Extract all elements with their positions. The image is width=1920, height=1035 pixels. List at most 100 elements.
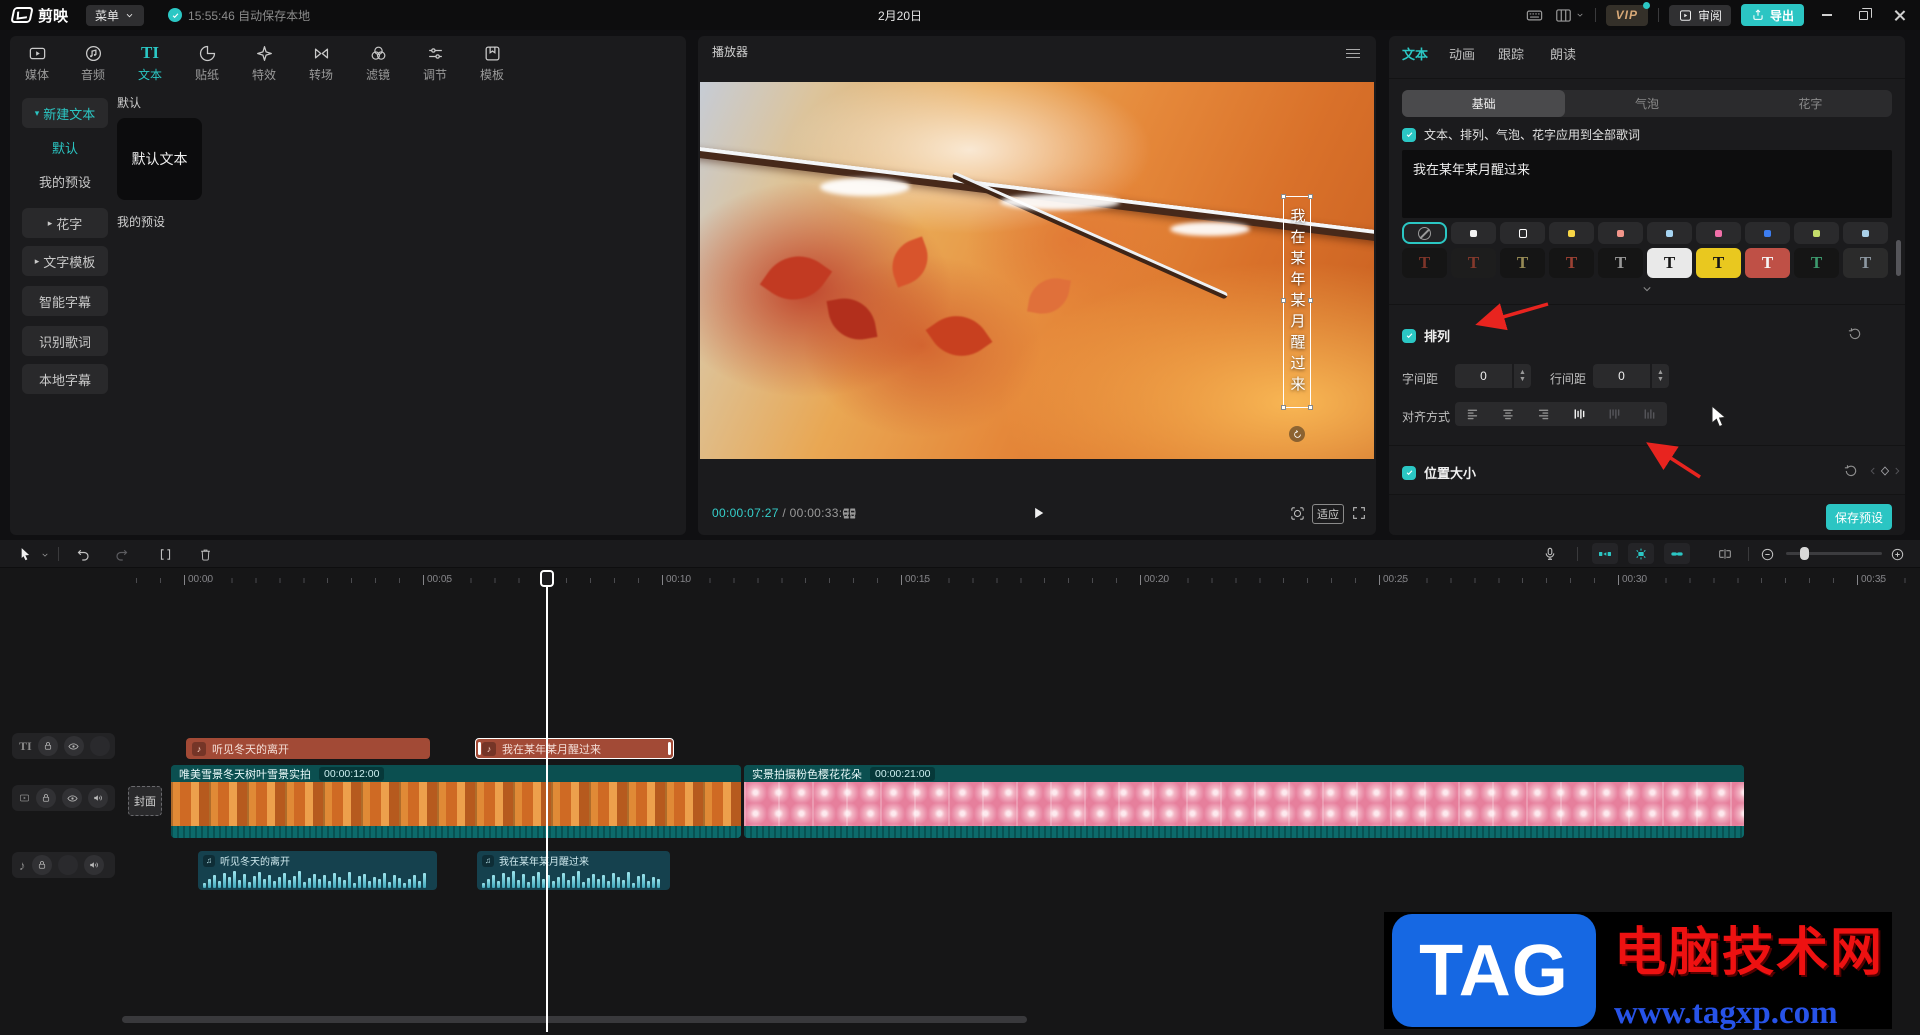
tab-animation[interactable]: 动画 bbox=[1449, 44, 1475, 63]
review-button[interactable]: 审阅 bbox=[1669, 5, 1731, 26]
selection-handle[interactable] bbox=[1308, 298, 1313, 303]
link-toggle[interactable] bbox=[1664, 543, 1690, 564]
text-preset-swatch[interactable]: T bbox=[1598, 248, 1643, 278]
text-style-none[interactable] bbox=[1402, 222, 1447, 244]
mirror-preview-icon[interactable] bbox=[841, 505, 858, 522]
subtab-fancy[interactable]: 花字 bbox=[1729, 90, 1892, 117]
text-preset-swatch[interactable]: T bbox=[1794, 248, 1839, 278]
undo-button[interactable] bbox=[70, 542, 96, 566]
tool-adjust[interactable]: 调节 bbox=[408, 44, 462, 83]
arrange-reset-icon[interactable] bbox=[1847, 326, 1863, 342]
restore-button[interactable] bbox=[1850, 0, 1876, 30]
select-tool-caret-icon[interactable] bbox=[40, 550, 50, 560]
play-button[interactable] bbox=[1029, 504, 1047, 522]
tool-text[interactable]: TI文本 bbox=[123, 44, 177, 83]
video-track-visibility-button[interactable] bbox=[62, 788, 82, 808]
audio-track-mute-button[interactable] bbox=[84, 855, 104, 875]
text-track-lock-button[interactable] bbox=[38, 736, 58, 756]
expand-presets-icon[interactable] bbox=[1640, 282, 1654, 296]
text-style-swatch[interactable] bbox=[1745, 222, 1790, 244]
tab-tracking[interactable]: 跟踪 bbox=[1498, 44, 1524, 63]
text-style-swatch[interactable] bbox=[1549, 222, 1594, 244]
tool-audio[interactable]: 音频 bbox=[66, 44, 120, 83]
sidebar-item-recognize-lyrics[interactable]: 识别歌词 bbox=[22, 326, 108, 356]
position-checkbox[interactable] bbox=[1402, 466, 1416, 480]
cover-button[interactable]: 封面 bbox=[128, 786, 162, 816]
text-clip-2-selected[interactable]: ♪ 我在某年某月醒过来 bbox=[475, 738, 674, 759]
position-reset-icon[interactable] bbox=[1843, 463, 1859, 479]
sidebar-item-default[interactable]: 默认 bbox=[22, 137, 108, 157]
video-track-lock-button[interactable] bbox=[36, 788, 56, 808]
tool-sticker[interactable]: 贴纸 bbox=[180, 44, 234, 83]
shortcut-keyboard-icon[interactable] bbox=[1525, 6, 1544, 25]
text-style-swatch[interactable] bbox=[1647, 222, 1692, 244]
text-track-visibility-button[interactable] bbox=[64, 736, 84, 756]
audio-track-lock-button[interactable] bbox=[32, 855, 52, 875]
timeline-zoom-slider[interactable] bbox=[1786, 552, 1882, 555]
text-style-swatch[interactable] bbox=[1451, 222, 1496, 244]
zoom-slider-knob[interactable] bbox=[1800, 547, 1809, 560]
export-button[interactable]: 导出 bbox=[1741, 4, 1804, 26]
tool-filter[interactable]: 滤镜 bbox=[351, 44, 405, 83]
sidebar-item-text-template[interactable]: ▸文字模板 bbox=[22, 246, 108, 276]
select-tool-button[interactable] bbox=[12, 542, 38, 566]
text-content-input[interactable]: 我在某年某月醒过来 bbox=[1402, 150, 1892, 218]
tool-effects[interactable]: 特效 bbox=[237, 44, 291, 83]
keyframe-diamond-icon[interactable] bbox=[1878, 464, 1892, 478]
selection-handle[interactable] bbox=[1281, 194, 1286, 199]
line-spacing-stepper[interactable]: ▲▼ bbox=[1652, 364, 1669, 388]
letter-spacing-stepper[interactable]: ▲▼ bbox=[1514, 364, 1531, 388]
audio-clip-1[interactable]: ♫听见冬天的离开 bbox=[198, 851, 437, 890]
default-text-card[interactable]: 默认文本 bbox=[117, 118, 202, 200]
fit-button[interactable]: 适应 bbox=[1312, 504, 1344, 524]
selection-handle[interactable] bbox=[1308, 405, 1313, 410]
line-spacing-input[interactable]: 0 bbox=[1593, 364, 1650, 388]
selection-handle[interactable] bbox=[1281, 298, 1286, 303]
save-preset-button[interactable]: 保存预设 bbox=[1826, 504, 1892, 530]
auto-snap-toggle[interactable] bbox=[1592, 543, 1618, 564]
tab-reading[interactable]: 朗读 bbox=[1550, 44, 1576, 63]
split-preview-toggle[interactable] bbox=[1712, 543, 1738, 564]
record-voiceover-button[interactable] bbox=[1537, 542, 1563, 566]
sidebar-item-smart-subtitle[interactable]: 智能字幕 bbox=[22, 286, 108, 316]
fullscreen-icon[interactable] bbox=[1351, 505, 1367, 521]
selection-handle[interactable] bbox=[1308, 194, 1313, 199]
video-preview[interactable]: 我在某年某月醒过来 bbox=[700, 82, 1374, 459]
video-clip-1[interactable]: 唯美雪景冬天树叶雪景实拍 00:00:12:00 bbox=[171, 765, 741, 838]
tool-template[interactable]: 模板 bbox=[465, 44, 519, 83]
subtab-bubble[interactable]: 气泡 bbox=[1565, 90, 1728, 117]
align-center-button[interactable] bbox=[1493, 402, 1523, 426]
delete-button[interactable] bbox=[192, 542, 218, 566]
vertical-align-bottom-button[interactable] bbox=[1634, 402, 1664, 426]
text-preset-swatch[interactable]: T bbox=[1843, 248, 1888, 278]
split-button[interactable] bbox=[152, 542, 178, 566]
video-clip-2[interactable]: 实景拍摄粉色樱花花朵 00:00:21:00 bbox=[744, 765, 1744, 838]
vertical-align-top-button[interactable] bbox=[1599, 402, 1629, 426]
sidebar-item-local-subtitle[interactable]: 本地字幕 bbox=[22, 364, 108, 394]
text-preset-swatch[interactable]: T bbox=[1549, 248, 1594, 278]
text-style-swatch[interactable] bbox=[1843, 222, 1888, 244]
text-style-swatch[interactable] bbox=[1696, 222, 1741, 244]
rotate-handle[interactable] bbox=[1289, 426, 1305, 442]
selection-handle[interactable] bbox=[1281, 405, 1286, 410]
zoom-in-button[interactable] bbox=[1884, 542, 1910, 566]
text-preset-swatch[interactable]: T bbox=[1451, 248, 1496, 278]
preview-axis-toggle[interactable] bbox=[1628, 543, 1654, 564]
text-preset-swatch[interactable]: T bbox=[1745, 248, 1790, 278]
preview-quality-icon[interactable] bbox=[1289, 505, 1306, 522]
video-track-mute-button[interactable] bbox=[88, 788, 108, 808]
tool-transition[interactable]: 转场 bbox=[294, 44, 348, 83]
text-style-swatch[interactable] bbox=[1500, 222, 1545, 244]
tab-text[interactable]: 文本 bbox=[1402, 44, 1428, 63]
align-left-button[interactable] bbox=[1458, 402, 1488, 426]
sidebar-item-new-text[interactable]: ▾新建文本 bbox=[22, 98, 108, 128]
sidebar-item-my-presets[interactable]: 我的预设 bbox=[22, 171, 108, 191]
close-button[interactable] bbox=[1886, 0, 1912, 30]
arrange-checkbox[interactable] bbox=[1402, 329, 1416, 343]
layout-switch[interactable] bbox=[1554, 6, 1585, 25]
text-style-swatch[interactable] bbox=[1598, 222, 1643, 244]
zoom-out-button[interactable] bbox=[1754, 542, 1780, 566]
letter-spacing-input[interactable]: 0 bbox=[1455, 364, 1512, 388]
vip-badge[interactable]: VIP bbox=[1606, 5, 1648, 26]
text-clip-1[interactable]: ♪ 听见冬天的离开 bbox=[186, 738, 430, 759]
